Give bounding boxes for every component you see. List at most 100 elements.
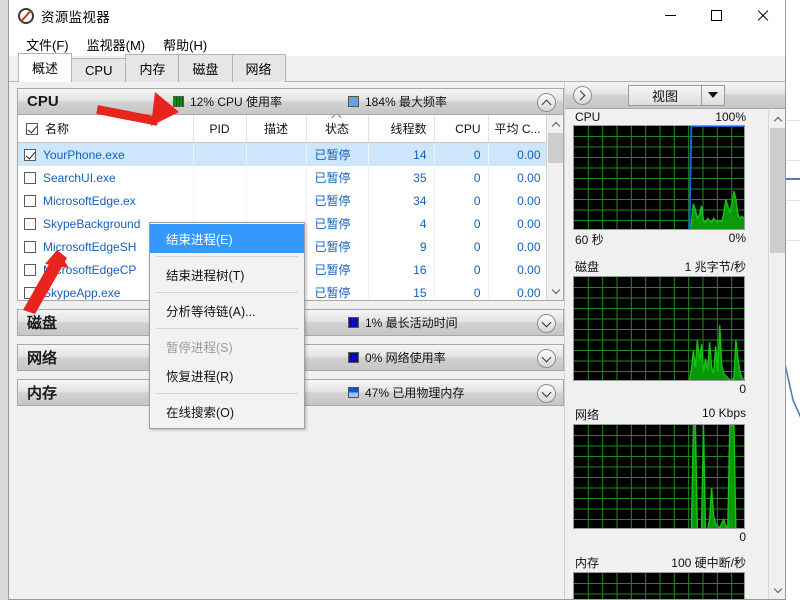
row-checkbox[interactable]	[24, 286, 36, 299]
minimize-button[interactable]	[647, 0, 693, 31]
threads-cell: 16	[368, 258, 435, 281]
close-button[interactable]	[739, 0, 785, 31]
column-header-threads[interactable]: 线程数	[368, 115, 435, 143]
tab-overview[interactable]: 概述	[18, 53, 73, 82]
row-checkbox[interactable]	[24, 171, 36, 184]
select-all-checkbox[interactable]	[26, 123, 38, 135]
scrollbar-thumb[interactable]	[770, 128, 785, 253]
scroll-down-arrow-icon[interactable]	[769, 582, 785, 599]
context-menu-item[interactable]: 在线搜索(O)	[150, 397, 304, 426]
threads-cell: 34	[368, 189, 435, 212]
avg-cpu-cell: 0.00	[488, 166, 549, 189]
description-cell	[246, 189, 307, 212]
scroll-up-arrow-icon[interactable]	[769, 110, 785, 127]
status-cell: 已暂停	[306, 212, 369, 235]
menu-separator	[156, 393, 298, 394]
threads-cell: 35	[368, 166, 435, 189]
graph-canvas	[573, 572, 745, 599]
right-pane-scrollbar[interactable]	[768, 110, 785, 599]
cpu-cell: 0	[434, 281, 489, 300]
threads-cell: 9	[368, 235, 435, 258]
column-header-cpu[interactable]: CPU	[434, 115, 489, 143]
cpu-cell: 0	[434, 212, 489, 235]
process-table-scrollbar[interactable]	[546, 115, 563, 300]
threads-cell: 4	[368, 212, 435, 235]
description-cell	[246, 166, 307, 189]
graph-canvas	[573, 424, 745, 529]
cpu-cell: 0	[434, 142, 489, 166]
context-menu-item[interactable]: 结束进程树(T)	[150, 260, 304, 289]
scrollbar-thumb[interactable]	[548, 133, 563, 163]
chevron-down-icon[interactable]	[537, 384, 556, 403]
process-name-cell[interactable]: SearchUI.exe	[18, 166, 194, 189]
row-checkbox[interactable]	[24, 263, 36, 276]
chevron-right-icon[interactable]	[573, 85, 592, 105]
column-header-avgcpu[interactable]: 平均 C...	[488, 115, 549, 143]
status-cell: 已暂停	[306, 235, 369, 258]
avg-cpu-cell: 0.00	[488, 212, 549, 235]
right-pane-header: 视图	[565, 82, 785, 109]
cpu-usage-swatch-icon	[173, 96, 184, 107]
context-menu-item[interactable]: 恢复进程(R)	[150, 361, 304, 390]
table-row[interactable]: MicrosoftEdge.ex 已暂停 34 0 0.00	[18, 189, 549, 212]
column-header-name[interactable]: 名称	[18, 115, 194, 143]
status-cell: 已暂停	[306, 281, 369, 300]
column-header-pid[interactable]: PID	[193, 115, 247, 143]
maximize-button[interactable]	[693, 0, 739, 31]
scroll-up-arrow-icon[interactable]	[547, 115, 563, 132]
scroll-down-arrow-icon[interactable]	[547, 283, 563, 300]
process-name: SearchUI.exe	[43, 170, 116, 185]
status-cell: 已暂停	[306, 189, 369, 212]
chevron-down-icon[interactable]	[702, 92, 724, 98]
cpu-cell: 0	[434, 235, 489, 258]
process-name: MicrosoftEdgeCP	[43, 262, 137, 277]
cpu-cell: 0	[434, 166, 489, 189]
chevron-down-icon[interactable]	[537, 314, 556, 333]
section-stat-secondary: 1% 最长活动时间	[348, 314, 458, 331]
process-name: MicrosoftEdge.ex	[43, 193, 136, 208]
cpu-cell: 0	[434, 258, 489, 281]
right-pane: 视图 CPU 100% 60 秒 0% 磁盘 1 兆字节/秒 0 网络 10 Kbps 0 内存 10…	[564, 82, 785, 599]
status-cell: 已暂停	[306, 258, 369, 281]
column-header-desc[interactable]: 描述	[246, 115, 307, 143]
graph-max-label: 100%	[715, 110, 746, 124]
tab-network[interactable]: 网络	[231, 54, 286, 82]
menu-monitor[interactable]: 监视器(M)	[78, 32, 155, 57]
section-stat-secondary: 47% 已用物理内存	[348, 384, 464, 401]
cpu-section-header[interactable]: CPU 12% CPU 使用率 184% 最大频率	[17, 88, 564, 115]
row-checkbox[interactable]	[24, 240, 36, 253]
context-menu-item[interactable]: 结束进程(E)	[150, 224, 304, 253]
row-checkbox[interactable]	[24, 217, 36, 230]
process-name-cell[interactable]: MicrosoftEdge.ex	[18, 189, 194, 212]
table-row[interactable]: YourPhone.exe 已暂停 14 0 0.00	[18, 142, 549, 166]
avg-cpu-cell: 0.00	[488, 258, 549, 281]
view-dropdown[interactable]: 视图	[628, 84, 725, 106]
context-menu-item[interactable]: 分析等待链(A)...	[150, 296, 304, 325]
tab-disk[interactable]: 磁盘	[178, 54, 233, 82]
graph-memory: 内存 100 硬中断/秒	[573, 554, 766, 599]
title-bar[interactable]: 资源监视器	[9, 0, 785, 32]
cpu-cell: 0	[434, 189, 489, 212]
graph-canvas	[573, 276, 745, 381]
pid-cell	[193, 142, 247, 166]
cpu-usage-stat: 12% CPU 使用率	[173, 93, 282, 110]
chevron-up-icon[interactable]	[537, 93, 556, 112]
graph-title: CPU	[575, 110, 601, 124]
menu-help[interactable]: 帮助(H)	[154, 32, 216, 57]
column-header-status[interactable]: 状态	[306, 115, 369, 143]
graph-column: CPU 100% 60 秒 0% 磁盘 1 兆字节/秒 0 网络 10 Kbps 0 内存 100 硬…	[565, 110, 766, 599]
window-controls	[647, 0, 785, 31]
row-checkbox[interactable]	[24, 148, 36, 161]
table-header-row: 名称 PID 描述 状态 线程数 CPU 平均 C...	[18, 115, 549, 143]
avg-cpu-cell: 0.00	[488, 281, 549, 300]
chevron-down-icon[interactable]	[537, 349, 556, 368]
graph-disk: 磁盘 1 兆字节/秒 0	[573, 258, 766, 397]
tab-cpu[interactable]: CPU	[71, 58, 127, 82]
stat-swatch-icon	[348, 387, 359, 398]
cpu-maxfreq-swatch-icon	[348, 96, 359, 107]
process-name-cell[interactable]: YourPhone.exe	[18, 142, 194, 166]
table-row[interactable]: SearchUI.exe 已暂停 35 0 0.00	[18, 166, 549, 189]
row-checkbox[interactable]	[24, 194, 36, 207]
graph-max-label: 1 兆字节/秒	[684, 260, 746, 274]
tab-memory[interactable]: 内存	[125, 54, 180, 82]
